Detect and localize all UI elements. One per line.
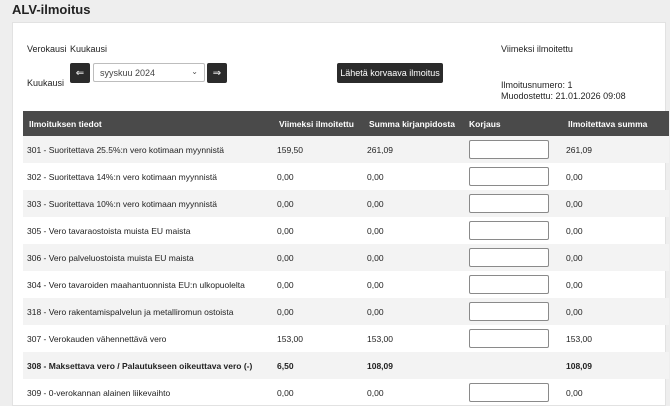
vat-report-panel: Verokausi Kuukausi Kuukausi ⇐ syyskuu 20… <box>12 22 669 406</box>
table-row: 305 - Vero tavaraostoista muista EU mais… <box>23 217 669 244</box>
row-reported-sum: 0,00 <box>566 172 583 182</box>
row-books-sum: 0,00 <box>367 280 384 290</box>
col-header-reported-sum: Ilmoitettava summa <box>568 119 648 129</box>
next-month-button[interactable]: ⇒ <box>207 63 227 83</box>
row-last-reported: 0,00 <box>277 253 294 263</box>
row-label: 301 - Suoritettava 25.5%:n vero kotimaan… <box>27 145 225 155</box>
row-last-reported: 0,00 <box>277 172 294 182</box>
table-row: 301 - Suoritettava 25.5%:n vero kotimaan… <box>23 136 669 163</box>
row-reported-sum: 0,00 <box>566 226 583 236</box>
row-reported-sum: 261,09 <box>566 145 592 155</box>
correction-input[interactable] <box>469 275 549 294</box>
row-last-reported: 159,50 <box>277 145 303 155</box>
chevron-down-icon: ⌄ <box>191 67 198 76</box>
row-reported-sum: 0,00 <box>566 388 583 398</box>
row-last-reported: 0,00 <box>277 226 294 236</box>
page-title: ALV-ilmoitus <box>12 2 91 17</box>
verokausi-value: Kuukausi <box>70 44 108 54</box>
row-books-sum: 0,00 <box>367 199 384 209</box>
table-row: 304 - Vero tavaroiden maahantuonnista EU… <box>23 271 669 298</box>
correction-input[interactable] <box>469 248 549 267</box>
row-last-reported: 0,00 <box>277 388 294 398</box>
row-books-sum: 0,00 <box>367 388 384 398</box>
correction-input[interactable] <box>469 302 549 321</box>
row-last-reported: 0,00 <box>277 199 294 209</box>
row-label: 307 - Verokauden vähennettävä vero <box>27 334 167 344</box>
table-row: 308 - Maksettava vero / Palautukseen oik… <box>23 352 669 379</box>
row-label: 309 - 0-verokannan alainen liikevaihto <box>27 388 171 398</box>
row-label: 318 - Vero rakentamispalvelun ja metalli… <box>27 307 234 317</box>
send-replacement-report-button[interactable]: Lähetä korvaava ilmoitus <box>337 63 443 83</box>
table-row: 306 - Vero palveluostoista muista EU mai… <box>23 244 669 271</box>
table-header: Ilmoituksen tiedot Viimeksi ilmoitettu S… <box>23 111 669 136</box>
correction-input[interactable] <box>469 167 549 186</box>
row-label: 306 - Vero palveluostoista muista EU mai… <box>27 253 194 263</box>
kuukausi-label: Kuukausi <box>27 78 65 88</box>
table-row: 302 - Suoritettava 14%:n vero kotimaan m… <box>23 163 669 190</box>
report-created: Muodostettu: 21.01.2026 09:08 <box>501 91 626 101</box>
row-books-sum: 153,00 <box>367 334 393 344</box>
correction-input[interactable] <box>469 194 549 213</box>
row-reported-sum: 0,00 <box>566 199 583 209</box>
row-books-sum: 0,00 <box>367 172 384 182</box>
col-header-last-reported: Viimeksi ilmoitettu <box>279 119 354 129</box>
row-books-sum: 0,00 <box>367 253 384 263</box>
row-last-reported: 0,00 <box>277 307 294 317</box>
row-reported-sum: 153,00 <box>566 334 592 344</box>
correction-input[interactable] <box>469 221 549 240</box>
row-reported-sum: 108,09 <box>566 361 592 371</box>
row-books-sum: 261,09 <box>367 145 393 155</box>
last-reported-heading: Viimeksi ilmoitettu <box>501 44 573 54</box>
row-last-reported: 0,00 <box>277 280 294 290</box>
row-last-reported: 153,00 <box>277 334 303 344</box>
month-select-value: syyskuu 2024 <box>100 67 156 78</box>
row-last-reported: 6,50 <box>277 361 294 371</box>
col-header-details: Ilmoituksen tiedot <box>29 119 102 129</box>
row-books-sum: 0,00 <box>367 226 384 236</box>
row-label: 303 - Suoritettava 10%:n vero kotimaan m… <box>27 199 217 209</box>
correction-input[interactable] <box>469 329 549 348</box>
correction-input[interactable] <box>469 140 549 159</box>
row-label: 302 - Suoritettava 14%:n vero kotimaan m… <box>27 172 217 182</box>
row-label: 304 - Vero tavaroiden maahantuonnista EU… <box>27 280 245 290</box>
prev-month-button[interactable]: ⇐ <box>70 63 90 83</box>
col-header-correction: Korjaus <box>469 119 501 129</box>
month-select[interactable]: syyskuu 2024 ⌄ <box>93 63 205 82</box>
report-number: Ilmoitusnumero: 1 <box>501 80 573 90</box>
row-label: 308 - Maksettava vero / Palautukseen oik… <box>27 361 253 371</box>
row-label: 305 - Vero tavaraostoista muista EU mais… <box>27 226 191 236</box>
row-books-sum: 0,00 <box>367 307 384 317</box>
row-books-sum: 108,09 <box>367 361 393 371</box>
col-header-books-sum: Summa kirjanpidosta <box>369 119 455 129</box>
table-row: 318 - Vero rakentamispalvelun ja metalli… <box>23 298 669 325</box>
table-row: 309 - 0-verokannan alainen liikevaihto 0,… <box>23 379 669 406</box>
verokausi-label: Verokausi <box>27 44 67 54</box>
table-row: 303 - Suoritettava 10%:n vero kotimaan m… <box>23 190 669 217</box>
row-reported-sum: 0,00 <box>566 253 583 263</box>
row-reported-sum: 0,00 <box>566 307 583 317</box>
row-reported-sum: 0,00 <box>566 280 583 290</box>
table-row: 307 - Verokauden vähennettävä vero 153,00… <box>23 325 669 352</box>
correction-input[interactable] <box>469 383 549 402</box>
